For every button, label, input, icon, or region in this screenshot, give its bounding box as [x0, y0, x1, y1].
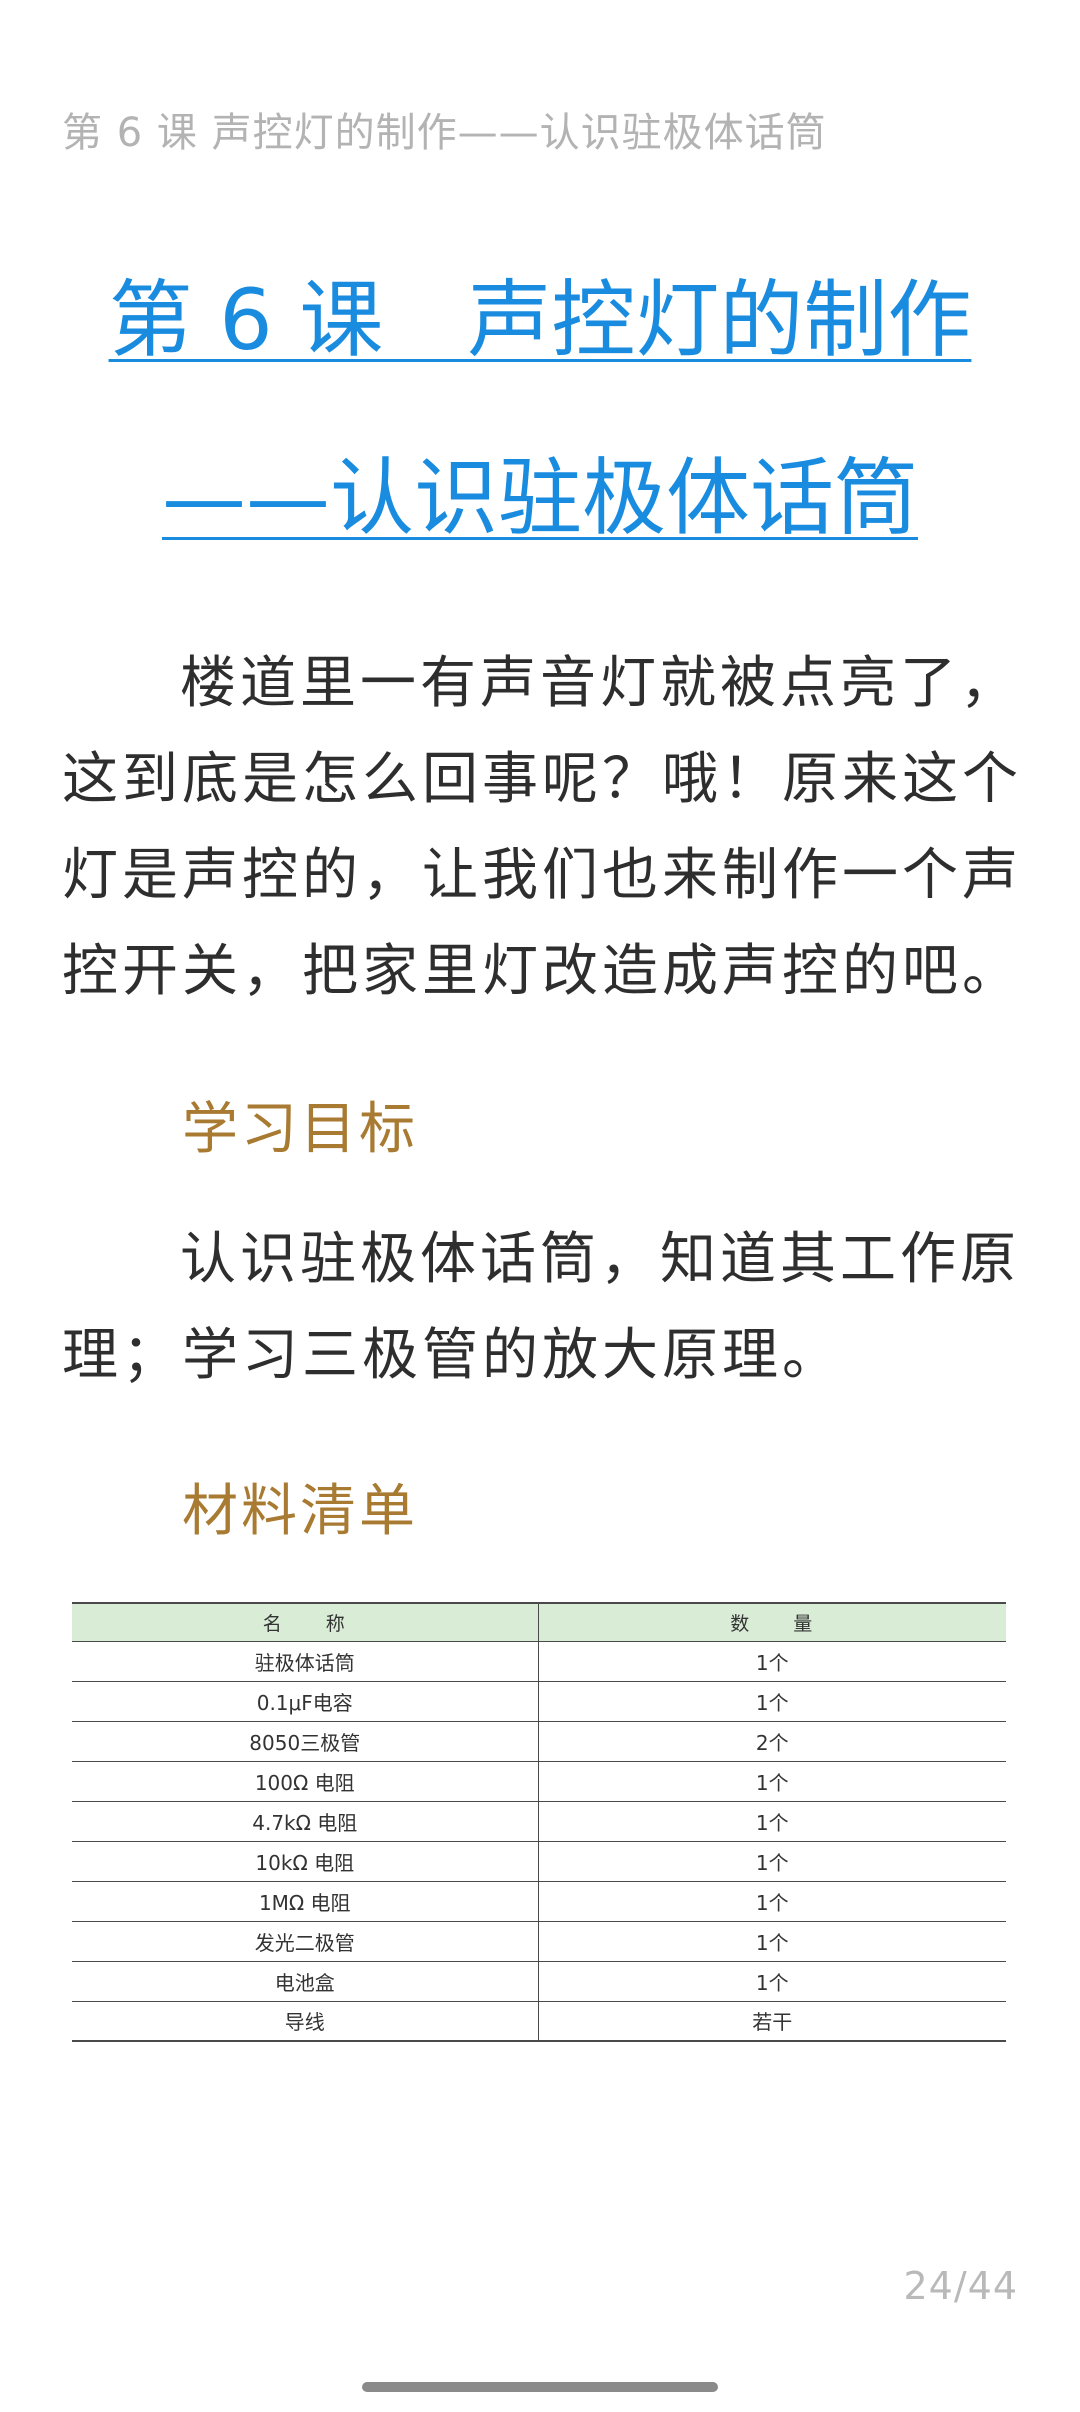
item-quantity-cell: 1个	[538, 1761, 1006, 1802]
table-row: 8050三极管 2个	[72, 1721, 1006, 1762]
item-name-cell: 4.7kΩ 电阻	[72, 1801, 539, 1842]
table-row: 4.7kΩ 电阻 1个	[72, 1801, 1006, 1842]
materials-table: 名 称 数 量 驻极体话筒 1个 0.1μF电容 1个 8050三极管 2个 1…	[72, 1602, 1006, 2042]
table-row: 发光二极管 1个	[72, 1921, 1006, 1962]
table-row: 导线 若干	[72, 2001, 1006, 2042]
item-quantity-cell: 1个	[538, 1681, 1006, 1722]
home-indicator-bar[interactable]	[362, 2382, 718, 2392]
item-quantity-cell: 1个	[538, 1641, 1006, 1682]
item-quantity-cell: 1个	[538, 1921, 1006, 1962]
lesson-title-line-2[interactable]: ——认识驻极体话筒	[0, 456, 1080, 540]
running-header: 第 6 课 声控灯的制作——认识驻极体话筒	[62, 110, 827, 156]
item-name-cell: 8050三极管	[72, 1721, 539, 1762]
table-row: 1MΩ 电阻 1个	[72, 1881, 1006, 1922]
item-quantity-cell: 1个	[538, 1801, 1006, 1842]
reader-page[interactable]: 第 6 课 声控灯的制作——认识驻极体话筒 第 6 课 声控灯的制作 ——认识驻…	[0, 0, 1080, 2412]
item-quantity-cell: 1个	[538, 1881, 1006, 1922]
item-name-cell: 1MΩ 电阻	[72, 1881, 539, 1922]
column-header-name: 名 称	[72, 1602, 539, 1642]
table-row: 10kΩ 电阻 1个	[72, 1841, 1006, 1882]
intro-paragraph: 楼道里一有声音灯就被点亮了，这到底是怎么回事呢？哦！原来这个灯是声控的，让我们也…	[62, 651, 1022, 1004]
page-indicator: 24/44	[903, 2264, 1018, 2308]
lesson-title-line-1[interactable]: 第 6 课 声控灯的制作	[0, 278, 1080, 362]
item-name-cell: 驻极体话筒	[72, 1641, 539, 1682]
item-name-cell: 发光二极管	[72, 1921, 539, 1962]
objectives-paragraph: 认识驻极体话筒，知道其工作原理；学习三极管的放大原理。	[62, 1227, 1020, 1388]
column-header-quantity: 数 量	[538, 1602, 1006, 1642]
item-name-cell: 导线	[72, 2001, 539, 2042]
table-row: 电池盒 1个	[72, 1961, 1006, 2002]
item-name-cell: 10kΩ 电阻	[72, 1841, 539, 1882]
table-row: 100Ω 电阻 1个	[72, 1761, 1006, 1802]
item-name-cell: 电池盒	[72, 1961, 539, 2002]
item-quantity-cell: 1个	[538, 1961, 1006, 2002]
objectives-heading: 学习目标	[182, 1097, 418, 1162]
item-name-cell: 100Ω 电阻	[72, 1761, 539, 1802]
item-quantity-cell: 1个	[538, 1841, 1006, 1882]
item-quantity-cell: 若干	[538, 2001, 1006, 2042]
table-header-row: 名 称 数 量	[72, 1602, 1006, 1642]
table-row: 0.1μF电容 1个	[72, 1681, 1006, 1722]
table-row: 驻极体话筒 1个	[72, 1641, 1006, 1682]
item-quantity-cell: 2个	[538, 1721, 1006, 1762]
item-name-cell: 0.1μF电容	[72, 1681, 539, 1722]
materials-heading: 材料清单	[182, 1479, 418, 1544]
